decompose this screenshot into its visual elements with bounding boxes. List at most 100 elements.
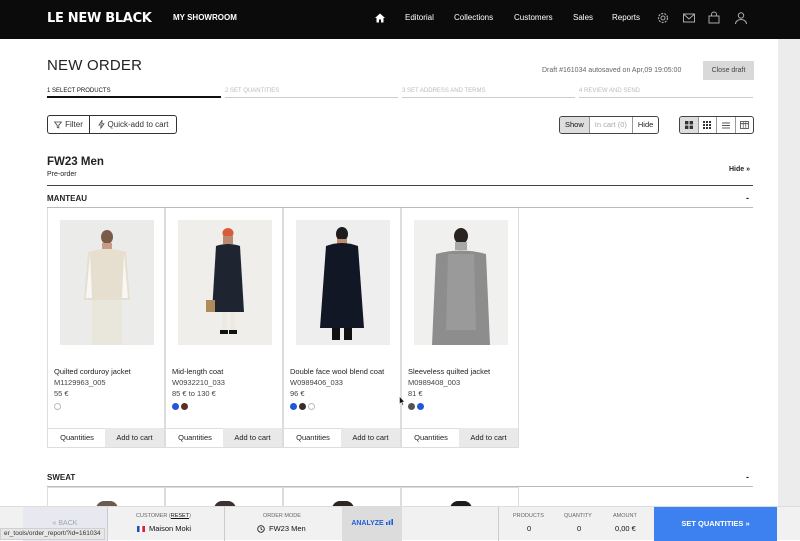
color-swatches [172, 403, 188, 411]
step-set-address[interactable]: 3 SET ADDRESS AND TERMS [402, 88, 485, 94]
step-underline-active [47, 96, 221, 98]
gear-icon[interactable] [656, 11, 670, 25]
order-summary-bar: « BACK CUSTOMER (RESET) Maison Moki ORDE… [0, 506, 800, 541]
amount-value: 0,00 € [615, 524, 636, 533]
view-mode-switcher [679, 116, 754, 134]
product-sku: M0989408_003 [408, 378, 461, 387]
product-image[interactable] [296, 220, 390, 345]
product-card[interactable]: Mid-length coat W0932210_033 85 € to 130… [165, 208, 283, 448]
product-card[interactable] [165, 487, 283, 507]
list-icon[interactable] [717, 117, 736, 133]
category-header-sweat[interactable]: SWEAT [47, 473, 75, 482]
category-header-manteau[interactable]: MANTEAU [47, 194, 87, 203]
quick-add-button[interactable]: Quick-add to cart [90, 116, 176, 133]
product-card[interactable] [283, 487, 401, 507]
clock-icon [257, 525, 265, 533]
product-sku: W0989406_033 [290, 378, 343, 387]
set-quantities-button[interactable]: SET QUANTITIES » [654, 507, 777, 541]
product-price: 85 € to 130 € [172, 389, 216, 398]
nav-collections[interactable]: Collections [454, 13, 493, 22]
nav-reports[interactable]: Reports [612, 13, 640, 22]
bar-chart-icon [385, 519, 393, 525]
color-swatch[interactable] [54, 403, 61, 410]
customer-name[interactable]: Maison Moki [149, 524, 191, 533]
season-hide-link[interactable]: Hide » [729, 166, 750, 173]
color-swatch[interactable] [417, 403, 424, 410]
category-collapse-toggle[interactable]: - [746, 472, 749, 482]
product-image[interactable] [60, 220, 154, 345]
color-swatch[interactable] [290, 403, 297, 410]
brand-logo[interactable]: LE NEW BLACK [47, 11, 152, 26]
step-select-products[interactable]: 1 SELECT PRODUCTS [47, 88, 111, 94]
lightning-icon [97, 120, 105, 129]
divider [47, 185, 753, 186]
quantities-button[interactable]: Quantities [402, 428, 460, 447]
product-card[interactable]: Double face wool blend coat W0989406_033… [283, 208, 401, 448]
product-image[interactable] [178, 220, 272, 345]
order-mode-value[interactable]: FW23 Men [269, 524, 306, 533]
customer-label: CUSTOMER (RESET) [136, 513, 191, 519]
top-navigation-bar: LE NEW BLACK MY SHOWROOM Editorial Colle… [0, 0, 800, 39]
product-name[interactable]: Double face wool blend coat [290, 367, 384, 376]
product-sku: M1129963_005 [54, 378, 106, 387]
user-icon[interactable] [734, 11, 748, 25]
customer-reset-link[interactable]: RESET [171, 513, 189, 519]
add-to-cart-button[interactable]: Add to cart [105, 428, 164, 447]
add-to-cart-button[interactable]: Add to cart [223, 428, 282, 447]
nav-editorial[interactable]: Editorial [405, 13, 434, 22]
color-swatch[interactable] [181, 403, 188, 410]
showroom-link[interactable]: MY SHOWROOM [173, 13, 237, 22]
show-toggle[interactable]: Show [560, 117, 590, 133]
step-review-send[interactable]: 4 REVIEW AND SEND [579, 88, 640, 94]
quantities-button[interactable]: Quantities [284, 428, 342, 447]
cart-filter-segment: Show In cart (0) Hide [559, 116, 660, 134]
color-swatch[interactable] [408, 403, 415, 410]
filter-button[interactable]: Filter [48, 116, 90, 133]
divider [224, 507, 225, 541]
filter-icon [54, 121, 63, 129]
product-card[interactable]: Sleeveless quilted jacket M0989408_003 8… [401, 208, 519, 448]
grid-small-icon[interactable] [699, 117, 717, 133]
add-to-cart-button[interactable]: Add to cart [459, 428, 518, 447]
mail-icon[interactable] [682, 11, 696, 25]
product-price: 81 € [408, 389, 423, 398]
france-flag-icon [137, 526, 145, 532]
product-name[interactable]: Mid-length coat [172, 367, 223, 376]
color-swatches [54, 403, 61, 411]
home-icon[interactable] [374, 12, 386, 24]
nav-sales[interactable]: Sales [573, 13, 593, 22]
products-count-label: PRODUCTS [513, 513, 544, 519]
divider [498, 507, 499, 541]
product-sku: W0932210_033 [172, 378, 225, 387]
product-image[interactable] [414, 220, 508, 345]
product-card[interactable]: Quilted corduroy jacket M1129963_005 55 … [47, 208, 165, 448]
in-cart-toggle[interactable]: In cart (0) [590, 117, 633, 133]
color-swatch[interactable] [172, 403, 179, 410]
color-swatch[interactable] [308, 403, 315, 410]
season-title: FW23 Men [47, 156, 104, 168]
step-set-quantities[interactable]: 2 SET QUANTITIES [225, 88, 279, 94]
grid-large-icon[interactable] [680, 117, 699, 133]
analyze-button[interactable]: ANALYZE [342, 507, 402, 541]
filter-label: Filter [65, 120, 83, 129]
table-icon[interactable] [736, 117, 754, 133]
season-order-type: Pre-order [47, 171, 77, 178]
close-draft-button[interactable]: Close draft [703, 61, 754, 80]
nav-customers[interactable]: Customers [514, 13, 553, 22]
category-collapse-toggle[interactable]: - [746, 193, 749, 203]
product-card[interactable] [401, 487, 519, 507]
quantities-button[interactable]: Quantities [166, 428, 224, 447]
add-to-cart-button[interactable]: Add to cart [341, 428, 400, 447]
quick-add-label: Quick-add to cart [107, 120, 169, 129]
bag-icon[interactable] [707, 11, 721, 25]
product-name[interactable]: Quilted corduroy jacket [54, 367, 131, 376]
quantities-button[interactable]: Quantities [48, 428, 106, 447]
hide-toggle[interactable]: Hide [633, 117, 658, 133]
page-title: NEW ORDER [47, 57, 143, 74]
color-swatch[interactable] [299, 403, 306, 410]
product-card[interactable] [47, 487, 165, 507]
product-name[interactable]: Sleeveless quilted jacket [408, 367, 490, 376]
step-underline [402, 97, 575, 98]
status-bar-url: er_tools/order_report/?id=161034 [0, 528, 105, 540]
color-swatches [290, 403, 315, 411]
